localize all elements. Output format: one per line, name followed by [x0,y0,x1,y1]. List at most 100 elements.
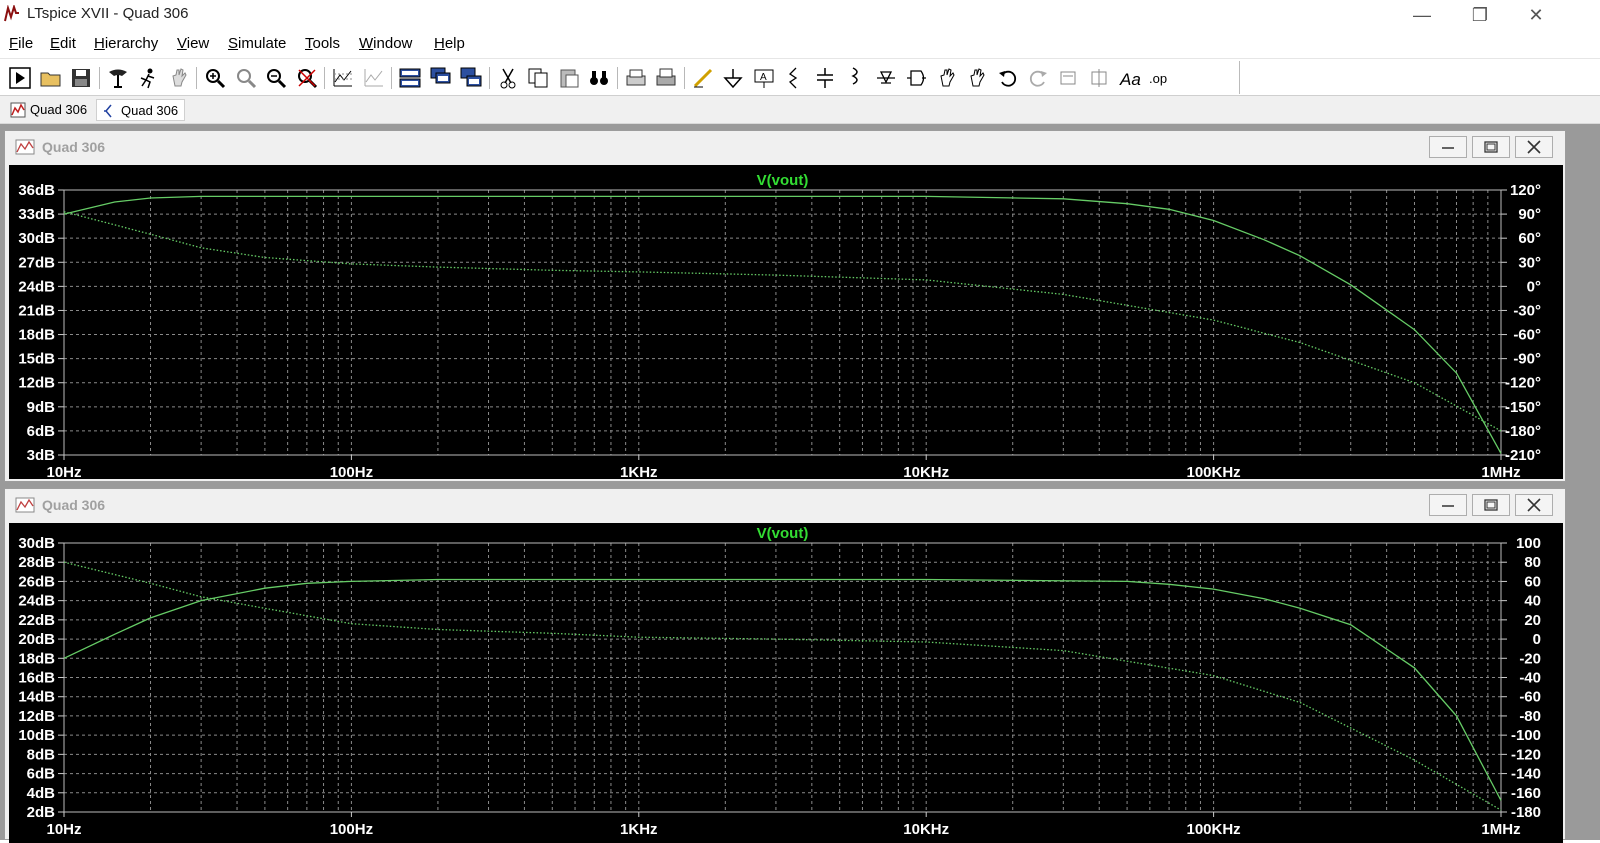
y-left-tick-label: 33dB [18,206,55,223]
cascade-icon[interactable] [429,66,453,90]
tab-label: Quad 306 [30,102,88,117]
y-right-tick-label: -140 [1511,766,1541,783]
y-left-tick-label: 30dB [18,535,55,552]
close-icon[interactable]: ✕ [1512,2,1560,28]
rotate-icon[interactable] [1057,66,1081,90]
y-left-tick-label: 12dB [18,708,55,725]
y-left-tick-label: 30dB [18,230,55,247]
component-icon[interactable] [904,66,928,90]
y-left-tick-label: 14dB [18,689,55,706]
save-icon[interactable] [69,66,93,90]
schematic-tab-icon [104,104,112,118]
x-tick-label: 1KHz [620,464,658,479]
zoom-out-icon[interactable] [264,66,288,90]
y-left-tick-label: 10dB [18,727,55,744]
label-net-icon[interactable]: A [752,66,776,90]
move-icon[interactable] [935,66,959,90]
restore-icon[interactable]: ❐ [1456,2,1504,28]
undo-icon[interactable] [996,66,1020,90]
tab-waveform[interactable]: Quad 306 [6,99,93,121]
menu-view[interactable]: View [177,35,209,52]
y-right-tick-label: -210° [1505,447,1541,464]
bode-plot-1[interactable]: 36dB 33dB 30dB 27dB 24dB 21dB 18dB 15dB 12dB 9dB 6… [9,165,1563,479]
y-right-tick-label: -120 [1511,746,1541,763]
print-icon[interactable] [624,66,648,90]
minimize-icon[interactable]: — [1398,2,1446,28]
copy-icon[interactable] [526,66,550,90]
draw-wire-icon[interactable] [691,66,715,90]
paste-icon[interactable] [557,66,581,90]
run-icon[interactable] [8,66,32,90]
y-right-tick-label: -20 [1519,650,1541,667]
minimize-icon[interactable] [1429,136,1467,158]
maximize-icon[interactable] [1472,494,1510,516]
window-title: LTspice XVII - Quad 306 [27,5,189,22]
print-preview-icon[interactable] [654,66,678,90]
y-left-tick-label: 2dB [27,804,56,821]
capacitor-icon[interactable] [813,66,837,90]
maximize-icon[interactable] [1472,136,1510,158]
halt-icon[interactable] [136,66,160,90]
toolbar-separator [683,67,685,89]
cut-icon[interactable] [496,66,520,90]
autorange-icon[interactable] [331,66,355,90]
text-icon[interactable]: Aa [1118,66,1142,90]
diode-icon[interactable] [874,66,898,90]
menu-tools[interactable]: Tools [305,35,340,52]
y-right-tick-label: 90° [1518,206,1541,223]
trace-label: V(vout) [757,172,809,189]
ground-icon[interactable] [721,66,745,90]
zoom-box-icon[interactable] [234,66,258,90]
toolbar-separator [324,67,325,89]
resistor-icon[interactable] [782,66,806,90]
close-icon[interactable] [1515,136,1553,158]
tile-horizontal-icon[interactable] [398,66,422,90]
toolbar-separator [391,67,392,89]
waveform-window-icon [15,139,35,155]
toolbar-separator [616,67,618,89]
menu-window[interactable]: Window [359,35,412,52]
minimize-icon[interactable] [1429,494,1467,516]
menu-file[interactable]: File [9,35,33,52]
plot-background [9,165,1563,479]
y-left-tick-label: 22dB [18,612,55,629]
y-left-tick-label: 15dB [18,351,55,368]
menu-simulate[interactable]: Simulate [228,35,286,52]
plot-window-titlebar[interactable]: Quad 306 [5,489,1565,521]
cursor-icon[interactable] [362,66,386,90]
bode-plot-2[interactable]: 30dB 28dB 26dB 24dB 22dB 20dB 18dB 16dB 14dB 12dB… [9,523,1563,843]
y-right-tick-label: -180 [1511,804,1541,821]
x-tick-label: 1MHz [1481,464,1520,479]
spice-directive-icon[interactable]: .op [1148,66,1172,90]
inductor-icon[interactable] [843,66,867,90]
y-right-tick-label: -100 [1511,727,1541,744]
plot-window-2[interactable]: Quad 306 30dB 28dB 26dB 24dB 22dB 20dB 18dB 16d… [4,488,1566,843]
zoom-in-icon[interactable] [203,66,227,90]
waveform-tab-icon [10,102,26,118]
menu-edit[interactable]: Edit [50,35,76,52]
menu-help[interactable]: Help [434,35,465,52]
redo-icon[interactable] [1026,66,1050,90]
x-tick-label: 10Hz [46,464,81,479]
x-tick-label: 1MHz [1481,821,1520,838]
plot-window-titlebar[interactable]: Quad 306 [5,131,1565,163]
y-left-tick-label: 27dB [18,254,55,271]
y-right-tick-label: 40 [1524,593,1541,610]
toolbar-strip: A Aa .op [4,61,1240,94]
y-right-tick-label: 120° [1510,182,1541,199]
find-icon[interactable] [587,66,611,90]
tab-schematic[interactable]: Quad 306 [96,99,186,121]
tile-vertical-icon[interactable] [459,66,483,90]
y-right-tick-label: -120° [1505,375,1541,392]
close-icon[interactable] [1515,494,1553,516]
pan-hand-icon[interactable] [167,66,191,90]
menu-hierarchy[interactable]: Hierarchy [94,35,158,52]
open-icon[interactable] [39,66,63,90]
zoom-cancel-icon[interactable] [295,66,319,90]
toolbar: A Aa .op [0,58,1600,96]
title-bar: LTspice XVII - Quad 306 — ❐ ✕ [0,0,1600,30]
plot-window-1[interactable]: Quad 306 36dB 33dB 30dB 27dB 24dB 21dB 18dB 15d… [4,130,1566,482]
mirror-icon[interactable] [1087,66,1111,90]
drag-icon[interactable] [965,66,989,90]
control-panel-icon[interactable] [106,66,130,90]
